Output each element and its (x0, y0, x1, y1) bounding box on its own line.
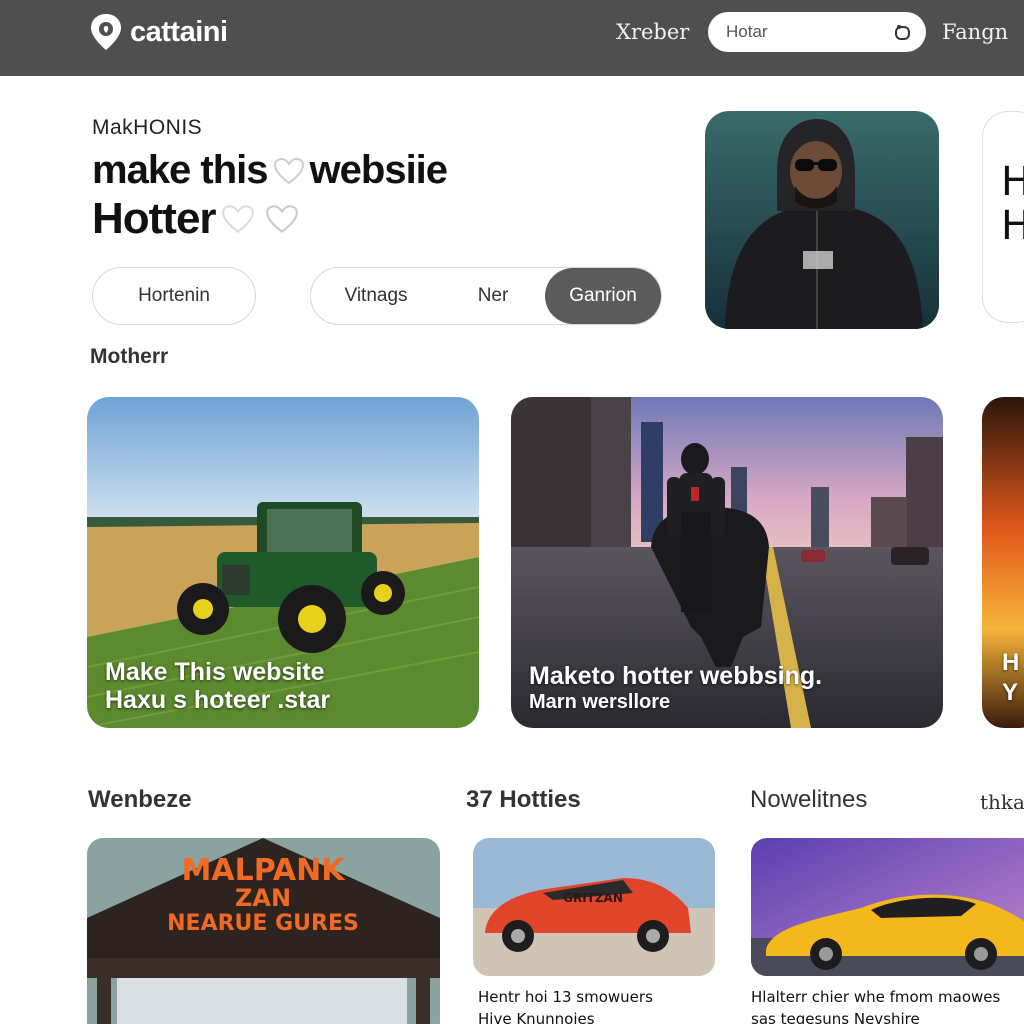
red-car-photo: GRITZAN (473, 838, 715, 976)
card-caption-line2: Y (1002, 679, 1019, 706)
section-title: Motherr (90, 345, 169, 368)
brand-logo[interactable]: cattaini (88, 12, 228, 52)
row-label[interactable]: thka (980, 790, 1024, 814)
hero-title-hotter: Hotter (92, 194, 217, 243)
nav-link-right[interactable]: Fangn (942, 20, 1008, 44)
segment-option-2[interactable]: Ner (441, 268, 545, 324)
hero-image[interactable] (705, 111, 939, 329)
location-pin-icon (91, 14, 121, 50)
wooden-sign-photo: MALPANK ZAN NEARUE GURES (87, 838, 440, 1024)
search-input[interactable] (726, 22, 894, 42)
heart-icon (273, 157, 304, 184)
card-caption: Make This website Haxu s hoteer .star (105, 658, 330, 714)
thumbnail-card-yellow-car[interactable] (751, 838, 1024, 976)
sign-text-line2: ZAN (235, 884, 291, 912)
heart-icon (221, 205, 254, 234)
hero-eyebrow: MakHONIS (92, 116, 203, 139)
hero-title-part2: websiie (309, 148, 449, 192)
thumbnail-caption-line1: Hentr hoi 13 smowuers (478, 988, 653, 1006)
thumbnail-card-red-car[interactable]: GRITZAN (473, 838, 715, 976)
hooded-man-photo (705, 111, 939, 329)
hero-title-line2: Hotter (92, 194, 304, 244)
segment-option-3-active[interactable]: Ganrion (545, 268, 661, 324)
row-label[interactable]: Wenbeze (88, 786, 192, 814)
thumbnail-caption-line2: sas tegesuns Nevshire (751, 1010, 920, 1024)
thumbnail-caption-line1: Hlalterr chier whe fmom maowes (751, 988, 1001, 1006)
feature-card-tractor[interactable]: Make This website Haxu s hoteer .star (87, 397, 479, 728)
thumbnail-caption: Hentr hoi 13 smowuers Hive Knunnoies (478, 986, 653, 1024)
card-caption: Maketo hotter webbsing. Marn wersllore (529, 662, 822, 714)
feature-card-city[interactable]: Maketo hotter webbsing. Marn wersllore (511, 397, 943, 728)
card-caption-line2: Marn wersllore (529, 691, 671, 713)
thumbnail-card-sign[interactable]: MALPANK ZAN NEARUE GURES (87, 838, 440, 1024)
logo-text: cattaini (130, 15, 228, 48)
side-card-text: H H (1001, 159, 1024, 249)
card-caption-line1: Make This website (105, 658, 325, 686)
thumbnail-caption: Hlalterr chier whe fmom maowes sas teges… (751, 986, 1000, 1024)
card-caption-line1: Maketo hotter webbsing. (529, 662, 823, 690)
filter-pill-label: Hortenin (138, 285, 210, 306)
search-icon[interactable] (894, 23, 912, 41)
sign-text-line3: NEARUE GURES (167, 911, 359, 936)
card-caption: H Y (1002, 648, 1019, 708)
thumbnail-caption-line2: Hive Knunnoies (478, 1010, 595, 1024)
row-label[interactable]: Nowelitnes (750, 786, 867, 814)
heart-icon (265, 205, 298, 234)
hero-title-line1: make this websiie (92, 148, 449, 193)
sign-text-line1: MALPANK (182, 853, 347, 888)
search-bar[interactable] (708, 12, 926, 52)
nav-link-left[interactable]: Xreber (616, 20, 689, 44)
card-caption-line2: Haxu s hoteer .star (105, 686, 331, 714)
car-decal-text: GRITZAN (563, 891, 623, 905)
hero-title-part1: make this (92, 148, 269, 192)
yellow-car-photo (751, 838, 1024, 976)
segmented-control: Vitnags Ner Ganrion (310, 267, 662, 325)
top-header: cattaini Xreber Fangn (0, 0, 1024, 76)
row-label[interactable]: 37 Hotties (466, 786, 581, 814)
filter-pill[interactable]: Hortenin (92, 267, 256, 325)
side-card-peek[interactable]: H H (982, 111, 1024, 323)
feature-card-fire-peek[interactable]: H Y (982, 397, 1024, 728)
segment-option-1[interactable]: Vitnags (311, 268, 441, 324)
card-caption-line1: H (1002, 649, 1020, 676)
